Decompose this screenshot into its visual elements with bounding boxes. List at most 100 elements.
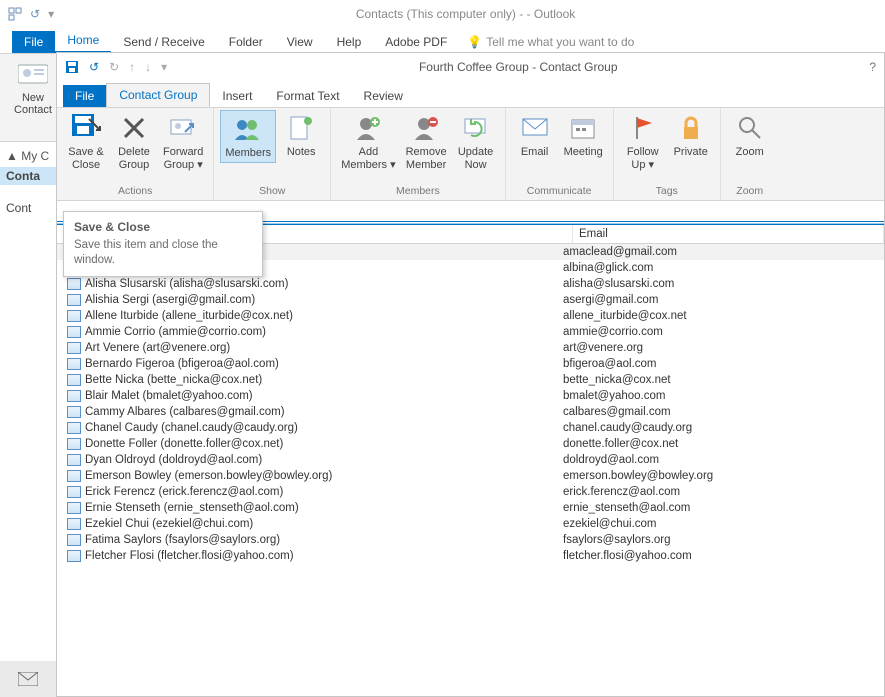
undo-icon[interactable]: ↺ (30, 7, 40, 21)
member-email: ezekiel@chui.com (563, 518, 884, 530)
add-members-button[interactable]: Add Members ▾ (337, 110, 399, 173)
member-row[interactable]: Bette Nicka (bette_nicka@cox.net)bette_n… (57, 372, 884, 388)
member-email: art@venere.org (563, 342, 884, 354)
contact-icon (67, 342, 81, 354)
member-email: chanel.caudy@caudy.org (563, 422, 884, 434)
member-row[interactable]: Erick Ferencz (erick.ferencz@aol.com)eri… (57, 484, 884, 500)
member-row[interactable]: Ernie Stenseth (ernie_stenseth@aol.com)e… (57, 500, 884, 516)
member-name: Alisha Slusarski (alisha@slusarski.com) (85, 278, 563, 290)
mail-nav-icon[interactable] (0, 661, 56, 697)
cg-tab-insert[interactable]: Insert (210, 85, 264, 107)
member-email: doldroyd@aol.com (563, 454, 884, 466)
tab-view[interactable]: View (275, 31, 325, 53)
forward-group-button[interactable]: Forward Group ▾ (159, 110, 207, 173)
member-row[interactable]: Dyan Oldroyd (doldroyd@aol.com)doldroyd@… (57, 452, 884, 468)
qat-icon[interactable] (8, 7, 22, 21)
update-now-button[interactable]: Update Now (453, 110, 499, 173)
cg-tab-format-text[interactable]: Format Text (264, 85, 351, 107)
nav-folder[interactable]: Cont (0, 197, 56, 219)
tab-help[interactable]: Help (325, 31, 374, 53)
remove-member-button[interactable]: Remove Member (402, 110, 451, 173)
member-name: Emerson Bowley (emerson.bowley@bowley.or… (85, 470, 563, 482)
member-row[interactable]: Art Venere (art@venere.org)art@venere.or… (57, 340, 884, 356)
member-list[interactable]: amaclead@gmail.comAlbina Glick (albina@g… (57, 244, 884, 564)
col-header-email[interactable]: Email (573, 225, 884, 243)
member-email: donette.foller@cox.net (563, 438, 884, 450)
member-row[interactable]: Blair Malet (bmalet@yahoo.com)bmalet@yah… (57, 388, 884, 404)
member-name: Donette Foller (donette.foller@cox.net) (85, 438, 563, 450)
member-name: Fletcher Flosi (fletcher.flosi@yahoo.com… (85, 550, 563, 562)
contact-icon (67, 454, 81, 466)
outlook-ribbon-tabs: File Home Send / Receive Folder View Hel… (0, 28, 885, 54)
contact-icon (67, 550, 81, 562)
save-icon[interactable] (65, 60, 79, 74)
follow-up-button[interactable]: Follow Up ▾ (620, 110, 666, 173)
delete-group-button[interactable]: Delete Group (111, 110, 157, 173)
remove-member-icon (410, 112, 442, 144)
help-icon[interactable]: ? (869, 60, 876, 74)
contact-icon (67, 310, 81, 322)
tell-me-search[interactable]: 💡 Tell me what you want to do (459, 31, 642, 53)
new-contact-button[interactable]: New Contact (8, 58, 58, 116)
magnifier-icon (734, 112, 766, 144)
save-close-button[interactable]: Save & Close (63, 110, 109, 173)
member-name: Dyan Oldroyd (doldroyd@aol.com) (85, 454, 563, 466)
meeting-button[interactable]: Meeting (560, 110, 607, 161)
tooltip-save-close: Save & Close Save this item and close th… (63, 211, 263, 277)
flag-icon (627, 112, 659, 144)
member-row[interactable]: Emerson Bowley (emerson.bowley@bowley.or… (57, 468, 884, 484)
contact-icon (67, 326, 81, 338)
tab-send-receive[interactable]: Send / Receive (111, 31, 216, 53)
member-email: bmalet@yahoo.com (563, 390, 884, 402)
save-close-icon (70, 112, 102, 144)
group-members: Add Members ▾ Remove Member Update Now M… (331, 108, 505, 200)
member-row[interactable]: Bernardo Figeroa (bfigeroa@aol.com)bfige… (57, 356, 884, 372)
contact-icon (67, 534, 81, 546)
member-row[interactable]: Alisha Slusarski (alisha@slusarski.com)a… (57, 276, 884, 292)
notes-button[interactable]: Notes (278, 110, 324, 161)
cg-tab-review[interactable]: Review (352, 85, 415, 107)
member-name: Bernardo Figeroa (bfigeroa@aol.com) (85, 358, 563, 370)
up-arrow-icon[interactable]: ↑ (129, 60, 135, 74)
zoom-button[interactable]: Zoom (727, 110, 773, 161)
member-row[interactable]: Chanel Caudy (chanel.caudy@caudy.org)cha… (57, 420, 884, 436)
member-email: ernie_stenseth@aol.com (563, 502, 884, 514)
member-email: emerson.bowley@bowley.org (563, 470, 884, 482)
member-row[interactable]: Allene Iturbide (allene_iturbide@cox.net… (57, 308, 884, 324)
members-button[interactable]: Members (220, 110, 276, 163)
member-name: Cammy Albares (calbares@gmail.com) (85, 406, 563, 418)
private-button[interactable]: Private (668, 110, 714, 161)
nav-selected-folder[interactable]: Conta (0, 167, 56, 185)
member-row[interactable]: Ammie Corrio (ammie@corrio.com)ammie@cor… (57, 324, 884, 340)
tab-adobe-pdf[interactable]: Adobe PDF (373, 31, 459, 53)
member-name: Ammie Corrio (ammie@corrio.com) (85, 326, 563, 338)
contact-icon (67, 374, 81, 386)
cg-titlebar: ↺ ↻ ↑ ↓ ▾ Fourth Coffee Group - Contact … (57, 53, 884, 81)
member-name: Blair Malet (bmalet@yahoo.com) (85, 390, 563, 402)
cg-tab-file[interactable]: File (63, 85, 106, 107)
outlook-titlebar: ↺ ▾ Contacts (This computer only) - - Ou… (0, 0, 885, 28)
member-email: erick.ferencz@aol.com (563, 486, 884, 498)
member-row[interactable]: Donette Foller (donette.foller@cox.net)d… (57, 436, 884, 452)
member-row[interactable]: Fletcher Flosi (fletcher.flosi@yahoo.com… (57, 548, 884, 564)
email-button[interactable]: Email (512, 110, 558, 161)
tab-file[interactable]: File (12, 31, 55, 53)
member-row[interactable]: Ezekiel Chui (ezekiel@chui.com)ezekiel@c… (57, 516, 884, 532)
member-row[interactable]: Cammy Albares (calbares@gmail.com)calbar… (57, 404, 884, 420)
member-email: asergi@gmail.com (563, 294, 884, 306)
lightbulb-icon: 💡 (467, 35, 482, 49)
delete-icon (118, 112, 150, 144)
member-row[interactable]: Alishia Sergi (asergi@gmail.com)asergi@g… (57, 292, 884, 308)
member-email: fletcher.flosi@yahoo.com (563, 550, 884, 562)
tab-home[interactable]: Home (55, 29, 111, 53)
member-row[interactable]: Fatima Saylors (fsaylors@saylors.org)fsa… (57, 532, 884, 548)
tab-folder[interactable]: Folder (217, 31, 275, 53)
contact-icon (67, 406, 81, 418)
nav-header[interactable]: ▲ My C (0, 145, 56, 167)
down-arrow-icon[interactable]: ↓ (145, 60, 151, 74)
undo-icon[interactable]: ↺ (89, 60, 99, 74)
contact-icon (67, 390, 81, 402)
cg-tab-contact-group[interactable]: Contact Group (106, 83, 210, 107)
redo-icon[interactable]: ↻ (109, 60, 119, 74)
members-icon (232, 113, 264, 145)
